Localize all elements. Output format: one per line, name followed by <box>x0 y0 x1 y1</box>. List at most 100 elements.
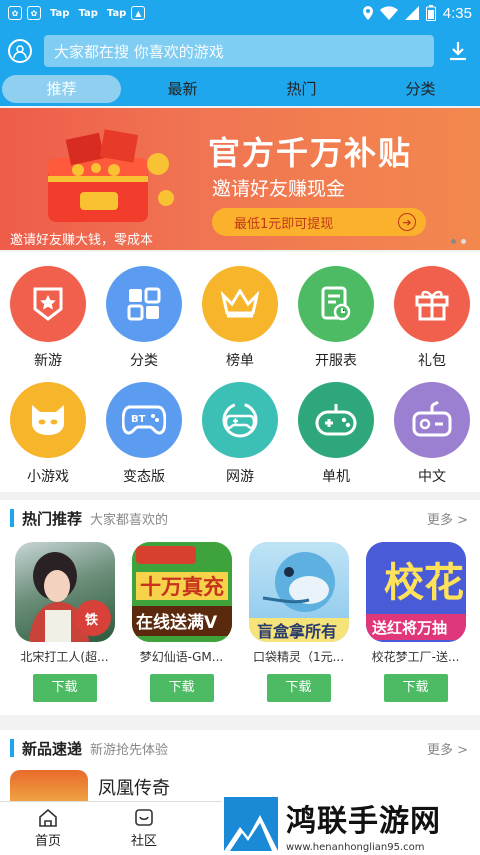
app-card[interactable]: 十万真充 在线送满V 梦幻仙语-GM... 下载 <box>123 542 240 702</box>
red-envelope-gift-illustration <box>48 129 174 222</box>
online-gamepad-icon <box>202 382 278 458</box>
category-chinese[interactable]: 中文 <box>387 382 477 486</box>
category-mini-games[interactable]: 小游戏 <box>3 382 93 486</box>
download-icon <box>450 42 466 61</box>
watermark-logo-icon <box>224 797 278 851</box>
app-card[interactable]: 校花 送红将万抽 校花梦工厂-送... 下载 <box>357 542 474 702</box>
signal-icon <box>404 6 419 20</box>
section-accent-bar <box>10 739 14 757</box>
withdraw-label: 最低1元即可提现 <box>234 216 334 232</box>
controller-icon <box>394 382 470 458</box>
site-watermark: 鸿联手游网 www.henanhonglian95.com <box>222 793 480 855</box>
app-icon-image[interactable]: 校花 送红将万抽 <box>365 542 466 642</box>
app-name: 梦幻仙语-GM... <box>139 650 224 664</box>
community-icon <box>135 808 153 826</box>
baidu-paw-icon: ✿ <box>27 6 41 20</box>
nav-label: 社区 <box>130 833 157 849</box>
search-input[interactable]: 大家都在搜 你喜欢的游戏 <box>44 35 434 67</box>
app-name: 校花梦工厂-送... <box>371 650 460 664</box>
status-bar: ✿ ✿ Tap Tap Tap ▲ 4:35 <box>0 0 480 26</box>
nav-community[interactable]: 社区 <box>96 802 192 855</box>
icon-art-text: 送红将万抽 <box>371 619 447 637</box>
app-icon-image[interactable]: 铁 <box>14 542 115 642</box>
crown-icon <box>202 266 278 342</box>
icon-art-text: 盲盒拿所有 <box>257 622 337 641</box>
download-button[interactable]: 下载 <box>149 674 214 702</box>
cat-face-icon <box>10 382 86 458</box>
app-card[interactable]: 盲盒拿所有 口袋精灵（1元... 下载 <box>240 542 357 702</box>
more-link[interactable]: 更多 > <box>427 509 468 528</box>
tab-latest[interactable]: 最新 <box>123 75 242 103</box>
bt-gamepad-icon: BT <box>106 382 182 458</box>
location-icon <box>362 6 373 20</box>
search-placeholder: 大家都在搜 你喜欢的游戏 <box>54 42 224 61</box>
category-label: 中文 <box>418 469 446 485</box>
svg-text:BT: BT <box>131 414 146 425</box>
category-single-player[interactable]: 单机 <box>291 382 381 486</box>
banner-caption: 邀请好友赚大钱，零成本 <box>10 233 154 248</box>
nav-home[interactable]: 首页 <box>0 802 96 855</box>
baidu-paw-icon: ✿ <box>8 6 22 20</box>
home-icon <box>39 808 57 827</box>
category-rankings[interactable]: 榜单 <box>195 266 285 370</box>
more-link[interactable]: 更多 > <box>427 739 468 758</box>
category-label: 礼包 <box>418 353 446 369</box>
withdraw-button[interactable]: 最低1元即可提现 ➔ <box>212 208 426 236</box>
category-label: 开服表 <box>315 353 357 369</box>
icon-art-text: 校花 <box>384 560 464 606</box>
download-button[interactable]: 下载 <box>383 674 448 702</box>
tap-label: Tap <box>78 7 98 19</box>
download-button[interactable] <box>446 39 470 63</box>
tap-label: Tap <box>106 7 127 19</box>
carousel-dots <box>451 239 466 244</box>
section-subtitle: 大家都喜欢的 <box>90 512 169 528</box>
top-header: 大家都在搜 你喜欢的游戏 <box>0 26 480 76</box>
gift-icon <box>394 266 470 342</box>
section-subtitle: 新游抢先体验 <box>90 742 169 758</box>
category-label: 小游戏 <box>27 469 69 485</box>
download-button[interactable]: 下载 <box>266 674 331 702</box>
app-card[interactable]: 铁 北宋打工人(超... 下载 <box>6 542 123 702</box>
carousel-dot <box>451 239 456 244</box>
user-avatar-button[interactable] <box>8 39 32 63</box>
icon-art-text: 十万真充 <box>140 575 224 599</box>
arrow-right-icon: ➔ <box>398 213 416 231</box>
section-title: 热门推荐 <box>22 509 83 528</box>
app-icon-image[interactable]: 盲盒拿所有 <box>248 542 349 642</box>
section-header: 热门推荐 大家都喜欢的 更多 > <box>0 500 480 536</box>
nav-label: 首页 <box>34 833 61 849</box>
category-new-games[interactable]: 新游 <box>3 266 93 370</box>
category-label: 新游 <box>34 353 62 369</box>
image-icon: ▲ <box>131 6 146 20</box>
category-server-schedule[interactable]: 开服表 <box>291 266 381 370</box>
category-label: 变态版 <box>123 469 165 485</box>
watermark-title: 鸿联手游网 <box>286 803 441 839</box>
banner-title: 官方千万补贴 <box>208 134 413 172</box>
tap-label: Tap <box>50 7 70 19</box>
hot-recommend-section: 热门推荐 大家都喜欢的 更多 > 铁 北宋打工人(超... 下载 十万真充 在线… <box>0 500 480 715</box>
watermark-url: www.henanhonglian95.com <box>286 841 425 853</box>
app-name: 凤凰传奇 <box>98 778 170 799</box>
schedule-icon <box>298 266 374 342</box>
category-label: 网游 <box>226 469 254 485</box>
category-grid: 新游 分类 榜单 开服表 礼包 小游戏 BT 变态版 网游 单机 中文 <box>0 252 480 492</box>
category-bt-version[interactable]: BT 变态版 <box>99 382 189 486</box>
clock: 4:35 <box>442 4 472 22</box>
category-categories[interactable]: 分类 <box>99 266 189 370</box>
tab-recommend[interactable]: 推荐 <box>2 75 121 103</box>
promo-banner[interactable]: 官方千万补贴 邀请好友赚现金 最低1元即可提现 ➔ 邀请好友赚大钱，零成本 <box>0 108 480 250</box>
tab-hot[interactable]: 热门 <box>242 75 361 103</box>
battery-icon <box>425 5 436 21</box>
category-gift-packs[interactable]: 礼包 <box>387 266 477 370</box>
section-accent-bar <box>10 509 14 527</box>
app-list: 铁 北宋打工人(超... 下载 十万真充 在线送满V 梦幻仙语-GM... 下载 <box>0 542 480 702</box>
section-title: 新品速递 <box>22 739 83 758</box>
tab-category[interactable]: 分类 <box>361 75 480 103</box>
app-icon-image[interactable]: 十万真充 在线送满V <box>131 542 232 642</box>
app-name: 口袋精灵（1元... <box>252 650 345 664</box>
category-label: 单机 <box>322 469 350 485</box>
category-label: 榜单 <box>226 353 254 369</box>
wifi-icon <box>379 6 398 20</box>
category-online-games[interactable]: 网游 <box>195 382 285 486</box>
download-button[interactable]: 下载 <box>32 674 97 702</box>
